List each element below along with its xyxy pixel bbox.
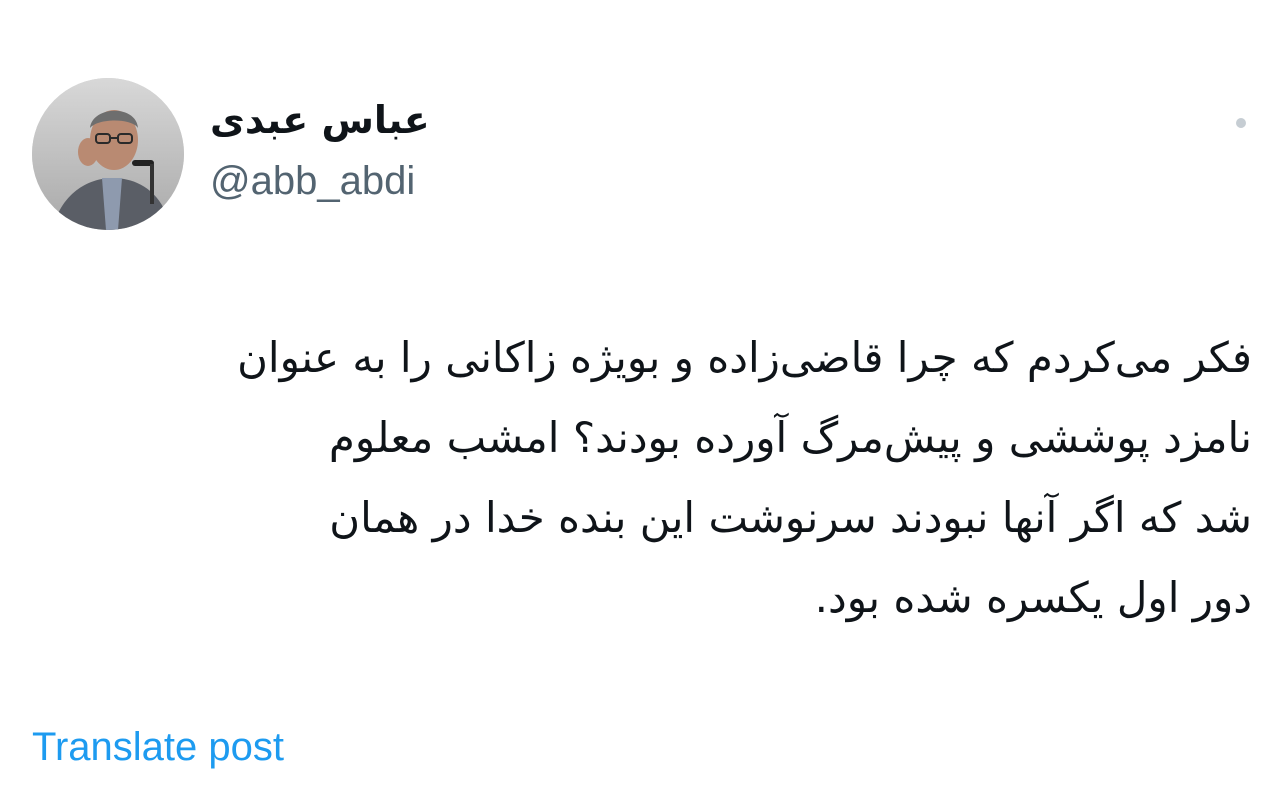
tweet-text-line: شد که اگر آنها نبودند سرنوشت این بنده خد… [329, 493, 1252, 542]
author-display-name[interactable]: عباس عبدی [210, 92, 430, 148]
more-dot-icon[interactable] [1234, 116, 1248, 130]
author-block: عباس عبدی @abb_abdi [210, 92, 430, 208]
tweet-text-line: دور اول یکسره شده بود. [814, 573, 1252, 622]
author-handle[interactable]: @abb_abdi [210, 154, 430, 208]
tweet-card: عباس عبدی @abb_abdi فکر می‌کردم که چرا ق… [0, 0, 1280, 800]
tweet-text-line: نامزد پوششی و پیش‌مرگ آورده بودند؟ امشب … [328, 413, 1252, 462]
translate-post-link[interactable]: Translate post [32, 722, 284, 772]
tweet-text-line: فکر می‌کردم که چرا قاضی‌زاده و بویژه زاک… [237, 333, 1252, 382]
avatar-photo [32, 78, 184, 230]
tweet-text: فکر می‌کردم که چرا قاضی‌زاده و بویژه زاک… [32, 318, 1252, 638]
avatar[interactable] [32, 78, 184, 230]
